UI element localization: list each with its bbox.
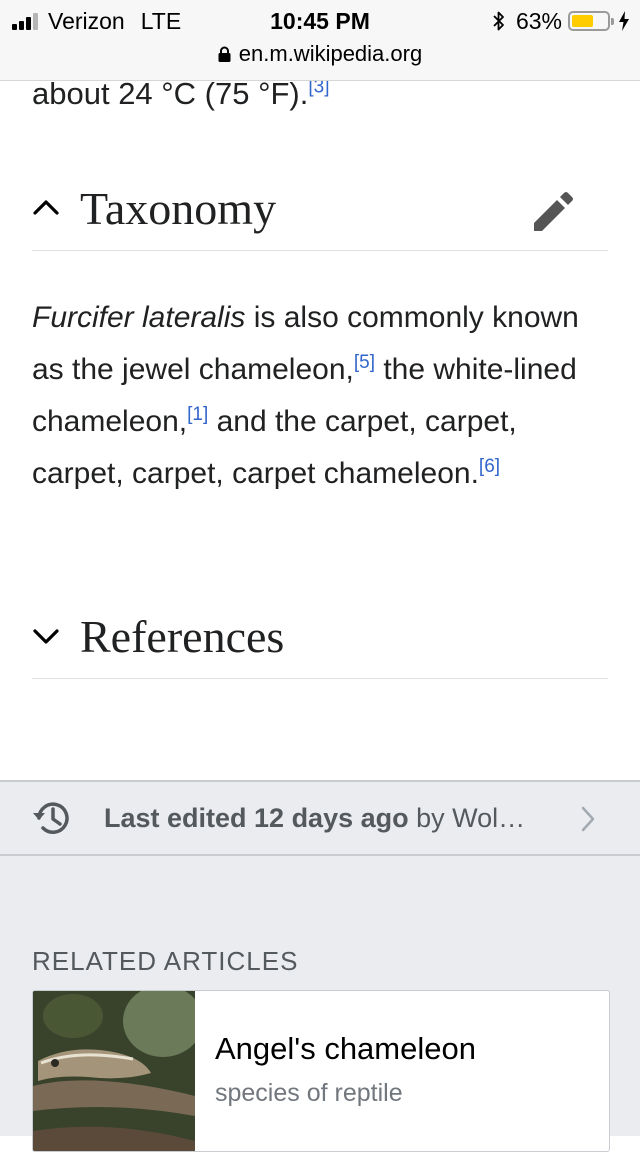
citation-link[interactable]: [6] bbox=[479, 456, 500, 477]
chameleon-thumbnail bbox=[33, 991, 203, 1151]
pencil-edit-icon[interactable] bbox=[532, 191, 574, 233]
battery-percent: 63% bbox=[515, 7, 562, 34]
last-edited-bar[interactable]: Last edited 12 days ago by Wol… bbox=[0, 780, 640, 856]
related-article-card[interactable]: Angel's chameleon species of reptile bbox=[32, 990, 610, 1152]
section-title-taxonomy: Taxonomy bbox=[80, 182, 277, 234]
last-edited-text: Last edited 12 days ago by Wol… bbox=[104, 803, 525, 834]
related-article-title: Angel's chameleon bbox=[215, 1031, 476, 1066]
species-name: Furcifer lateralis bbox=[32, 301, 246, 334]
chevron-right-icon bbox=[581, 806, 595, 832]
last-edited-editor: by Wol… bbox=[408, 802, 526, 833]
citation-link[interactable]: [5] bbox=[354, 352, 375, 373]
section-heading-taxonomy[interactable]: Taxonomy bbox=[32, 166, 608, 251]
page-url[interactable]: en.m.wikipedia.org bbox=[239, 41, 422, 67]
bluetooth-icon bbox=[493, 11, 504, 31]
charging-bolt-icon bbox=[619, 11, 629, 31]
status-right: 63% bbox=[492, 8, 630, 34]
related-articles-heading: RELATED ARTICLES bbox=[32, 946, 299, 976]
section-title-references: References bbox=[80, 610, 285, 662]
history-icon bbox=[33, 802, 69, 834]
section-heading-references[interactable]: References bbox=[32, 594, 608, 679]
page-footer: Last edited 12 days ago by Wol… RELATED … bbox=[0, 780, 640, 1152]
chevron-down-icon bbox=[33, 629, 59, 644]
battery-icon bbox=[568, 11, 614, 31]
lock-icon bbox=[218, 46, 231, 62]
address-bar[interactable]: en.m.wikipedia.org bbox=[0, 40, 640, 68]
status-bar: Verizon LTE 10:45 PM 63% en.m.wikipedia.… bbox=[0, 0, 640, 81]
chevron-up-icon bbox=[33, 200, 59, 215]
battery-level-fill bbox=[572, 15, 594, 27]
citation-link[interactable]: [1] bbox=[187, 404, 208, 425]
taxonomy-paragraph: Furcifer lateralis is also commonly know… bbox=[32, 292, 608, 500]
previous-paragraph-fragment: about 24 °C (75 °F).[3] bbox=[32, 76, 330, 112]
last-edited-time: Last edited 12 days ago bbox=[104, 802, 409, 833]
previous-text: about 24 °C (75 °F). bbox=[32, 76, 309, 111]
related-article-description: species of reptile bbox=[215, 1079, 403, 1107]
thumbnail-illustration bbox=[33, 991, 203, 1151]
